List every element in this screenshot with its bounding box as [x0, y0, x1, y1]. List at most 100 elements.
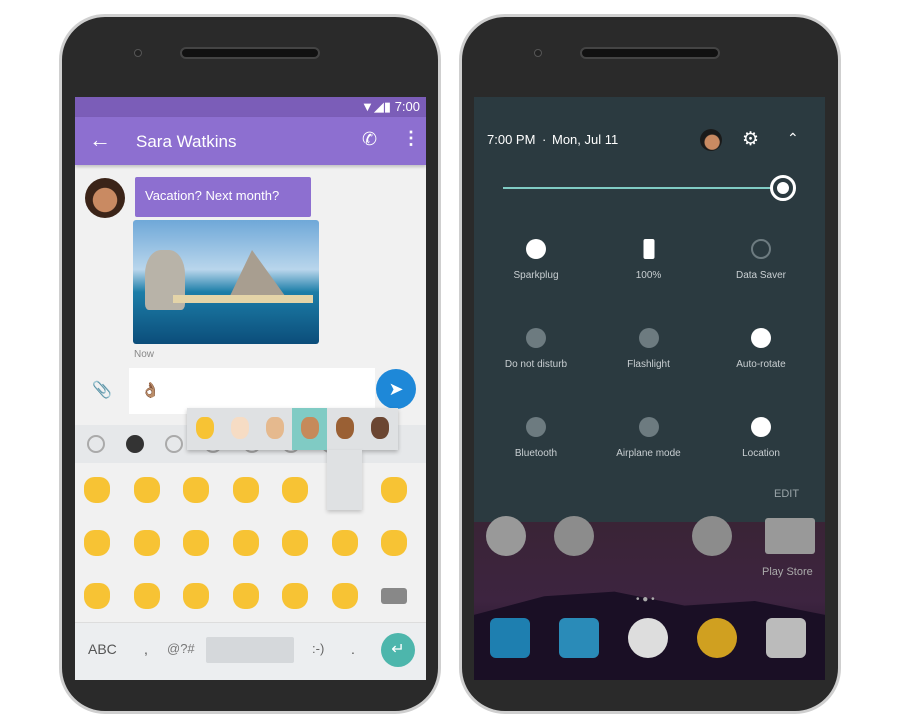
battery-icon[interactable]: [643, 239, 654, 259]
flashlight-off-icon[interactable]: [638, 328, 659, 348]
play-store-label[interactable]: Play Store: [762, 566, 813, 578]
ok-hand-icon: [301, 417, 319, 439]
status-time: 7:00: [394, 99, 420, 114]
edit-button[interactable]: EDIT: [774, 488, 799, 500]
messages-icon[interactable]: [559, 618, 599, 658]
quick-settings-panel: 7:00 PM · Mon, Jul 11 ⚙ ⌃ Sparkplug 100% D…: [474, 97, 825, 522]
raised-back-of-hand-icon[interactable]: [282, 477, 308, 503]
thumbs-down-icon[interactable]: [84, 530, 110, 556]
brightness-thumb-icon[interactable]: [770, 175, 796, 201]
skin-tone-option[interactable]: [187, 408, 222, 450]
oncoming-fist-icon[interactable]: [183, 530, 209, 556]
tile-label: Flashlight: [627, 359, 670, 370]
phone-call-icon[interactable]: ✆: [362, 129, 377, 150]
waving-hand-icon[interactable]: [381, 530, 407, 556]
vulcan-salute-icon[interactable]: [84, 477, 110, 503]
message-timestamp: Now: [134, 349, 155, 360]
tile-label: Airplane mode: [616, 448, 681, 459]
contact-name: Sara Watkins: [136, 132, 237, 151]
app-drawer-icon[interactable]: [628, 618, 668, 658]
raised-hand-fingers-splayed-icon[interactable]: [232, 477, 259, 503]
skin-tone-popup-stem: [327, 450, 362, 510]
ok-hand-icon: [336, 417, 354, 439]
thumbs-up-icon[interactable]: [381, 477, 407, 503]
docs-app-icon[interactable]: [554, 516, 594, 556]
skin-tone-option[interactable]: [222, 408, 257, 450]
qs-time: 7:00 PM: [487, 132, 536, 147]
ok-hand-icon: [266, 417, 284, 439]
collapse-chevron-icon[interactable]: ⌃: [787, 130, 799, 147]
wifi-icon[interactable]: [526, 239, 546, 259]
right-facing-fist-icon[interactable]: [282, 530, 308, 556]
send-button[interactable]: ➤: [376, 369, 416, 409]
messaging-screen: ▼◢▮ 7:00 ← Sara Watkins ✆ ⋮ Vacation? Ne…: [75, 97, 426, 680]
app-toolbar: ← Sara Watkins ✆ ⋮: [75, 117, 426, 165]
quick-settings-screen: 7:00 PM · Mon, Jul 11 ⚙ ⌃ Sparkplug 100% D…: [474, 97, 825, 680]
tile-label: Auto-rotate: [736, 359, 786, 370]
emoticon-key[interactable]: :-): [312, 641, 324, 656]
raised-hand-icon[interactable]: [331, 530, 358, 556]
call-me-hand-icon[interactable]: [183, 477, 209, 503]
input-value: 👌🏽: [141, 382, 160, 399]
recent-icon[interactable]: [87, 435, 105, 453]
contact-avatar[interactable]: [85, 178, 125, 218]
chrome-icon[interactable]: [697, 618, 737, 658]
back-arrow-icon[interactable]: ←: [89, 127, 111, 153]
tile-label: Bluetooth: [514, 448, 558, 459]
handshake-icon[interactable]: [232, 583, 259, 609]
more-options-icon[interactable]: ⋮: [402, 128, 420, 149]
space-key[interactable]: [206, 637, 294, 663]
ok-hand-icon: [371, 417, 389, 439]
abc-key[interactable]: ABC: [88, 641, 117, 657]
user-avatar[interactable]: [700, 129, 722, 151]
skin-tone-popup: [187, 408, 398, 450]
home-page-dots: • ● •: [636, 594, 655, 605]
play-store-icon[interactable]: [765, 518, 815, 554]
enter-key[interactable]: ↵: [381, 633, 415, 667]
activity-icon[interactable]: [165, 435, 183, 453]
phone-icon[interactable]: [490, 618, 530, 658]
sign-of-horns-icon[interactable]: [133, 477, 160, 503]
separator-dot: ·: [542, 132, 547, 147]
writing-hand-icon[interactable]: [183, 583, 209, 609]
tile-label: Do not disturb: [504, 359, 568, 370]
attach-icon[interactable]: 📎: [92, 380, 112, 400]
comma-key[interactable]: ,: [144, 641, 148, 657]
raised-fist-icon[interactable]: [133, 530, 160, 556]
settings-gear-icon[interactable]: ⚙: [742, 128, 759, 151]
camera-icon[interactable]: [766, 618, 806, 658]
tile-label: Data Saver: [735, 270, 787, 281]
location-icon[interactable]: [751, 417, 771, 437]
bluetooth-off-icon[interactable]: [526, 417, 546, 437]
smiley-icon[interactable]: [126, 435, 144, 453]
ear-icon[interactable]: [331, 583, 358, 609]
skin-tone-option[interactable]: [257, 408, 292, 450]
left-facing-fist-icon[interactable]: [232, 530, 259, 556]
message-text: Vacation? Next month?: [145, 188, 280, 203]
data-saver-icon[interactable]: [751, 239, 771, 259]
ok-hand-icon: [231, 417, 249, 439]
status-bar: ▼◢▮ 7:00: [75, 97, 426, 117]
dnd-off-icon[interactable]: [526, 328, 546, 348]
message-bubble: Vacation? Next month?: [135, 177, 311, 217]
message-image[interactable]: [133, 220, 319, 344]
tile-label: Sparkplug: [513, 270, 559, 281]
backspace-icon[interactable]: [381, 588, 407, 604]
qs-date: Mon, Jul 11: [552, 132, 619, 147]
skin-tone-option[interactable]: [362, 408, 397, 450]
clapping-hands-icon[interactable]: [84, 583, 110, 609]
brightness-slider[interactable]: [503, 187, 793, 189]
google-app-icon[interactable]: [486, 516, 526, 556]
keyboard-bottom-row: ABC , @?# :-) . ↵: [75, 622, 426, 680]
symbols-key[interactable]: @?#: [167, 641, 195, 656]
open-hands-icon[interactable]: [133, 583, 160, 609]
tile-label: Location: [742, 448, 780, 459]
skin-tone-option[interactable]: [292, 408, 327, 450]
nail-polish-icon[interactable]: [282, 583, 308, 609]
play-music-app-icon[interactable]: [692, 516, 732, 556]
auto-rotate-icon[interactable]: [751, 328, 771, 348]
period-key[interactable]: .: [351, 641, 355, 657]
airplane-icon[interactable]: [638, 417, 659, 437]
skin-tone-option[interactable]: [327, 408, 362, 450]
home-screen: Play Store • ● •: [474, 516, 825, 680]
